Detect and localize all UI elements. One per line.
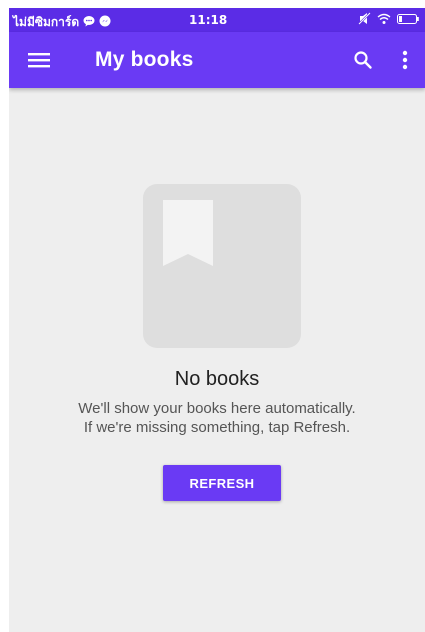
more-options-button[interactable] (393, 44, 417, 76)
book-bookmark-icon (163, 200, 213, 266)
refresh-button[interactable]: REFRESH (163, 465, 281, 501)
battery-icon (397, 13, 419, 28)
menu-icon (28, 53, 50, 68)
status-bar: ไม่มีซิมการ์ด 11:18 (9, 8, 425, 32)
messenger-icon (99, 15, 111, 30)
status-icons (358, 12, 419, 28)
empty-books-illustration (143, 184, 301, 348)
chat-bubble-icon (83, 15, 95, 30)
wifi-icon (377, 13, 391, 28)
more-vert-icon (402, 50, 408, 70)
search-button[interactable] (347, 44, 379, 76)
status-carrier-group: ไม่มีซิมการ์ด (13, 13, 111, 32)
carrier-text: ไม่มีซิมการ์ด (13, 15, 80, 29)
empty-state-message: We'll show your books here automatically… (9, 399, 425, 437)
menu-button[interactable] (23, 46, 55, 74)
mute-icon (358, 12, 371, 28)
empty-state-title: No books (174, 368, 260, 390)
search-icon (354, 51, 372, 69)
app-screen: ไม่มีซิมการ์ด 11:18 My books No books We… (9, 8, 425, 632)
page-title: My books (95, 48, 194, 71)
empty-state-line-1: We'll show your books here automatically… (78, 400, 356, 417)
app-bar: My books (9, 32, 425, 88)
status-time: 11:18 (189, 13, 228, 27)
empty-state-line-2: If we're missing something, tap Refresh. (83, 419, 351, 436)
